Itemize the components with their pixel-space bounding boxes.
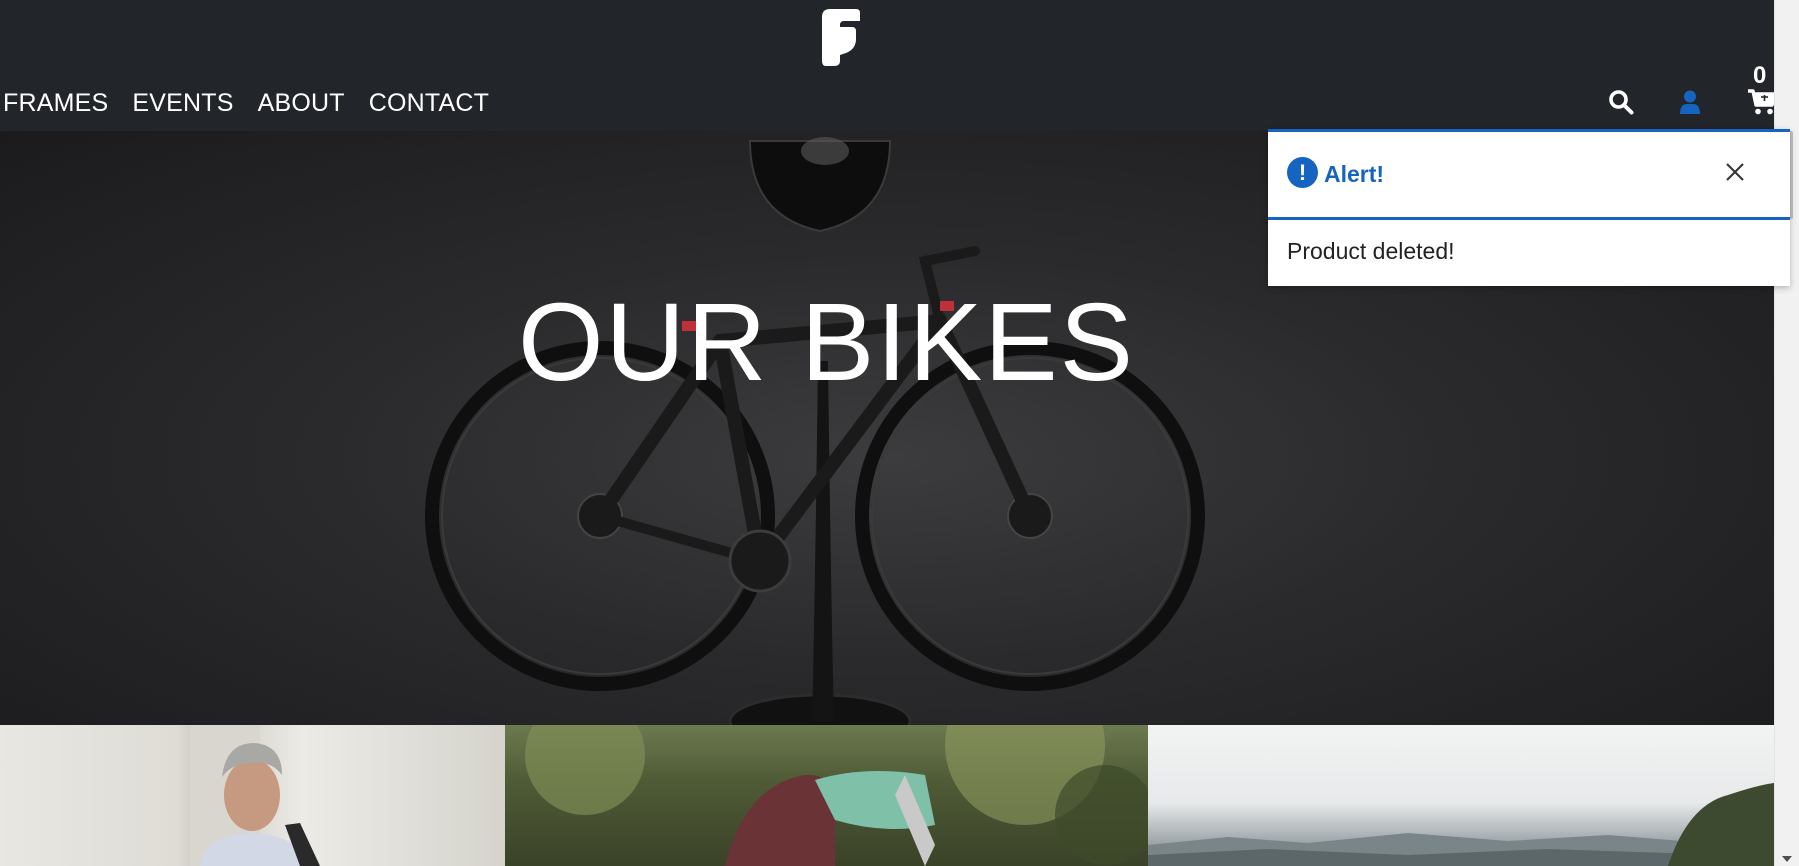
hero-title: OUR BIKES [517, 281, 1136, 404]
photo-tile-man[interactable] [0, 725, 505, 866]
alert-toast: ! Alert! Product deleted! [1268, 129, 1790, 286]
user-icon[interactable] [1670, 82, 1710, 122]
toast-header: ! Alert! [1268, 132, 1790, 220]
toast-title: Alert! [1324, 161, 1385, 187]
photo-strip [0, 725, 1774, 866]
scroll-down-arrow-icon[interactable] [1782, 856, 1792, 862]
toast-message: Product deleted! [1287, 238, 1455, 264]
header-icons [0, 82, 1777, 122]
cart-count-badge: 0 [1753, 62, 1767, 89]
search-icon[interactable] [1601, 82, 1641, 122]
exclamation-icon: ! [1287, 157, 1318, 188]
bike-image [425, 137, 1205, 725]
photo-tile-rider[interactable] [505, 725, 1148, 866]
photo-tile-landscape[interactable] [1148, 725, 1774, 866]
site-header: FRAMES EVENTS ABOUT CONTACT 0 [0, 0, 1777, 131]
close-icon[interactable] [1722, 159, 1748, 185]
brand-logo[interactable] [818, 9, 860, 66]
